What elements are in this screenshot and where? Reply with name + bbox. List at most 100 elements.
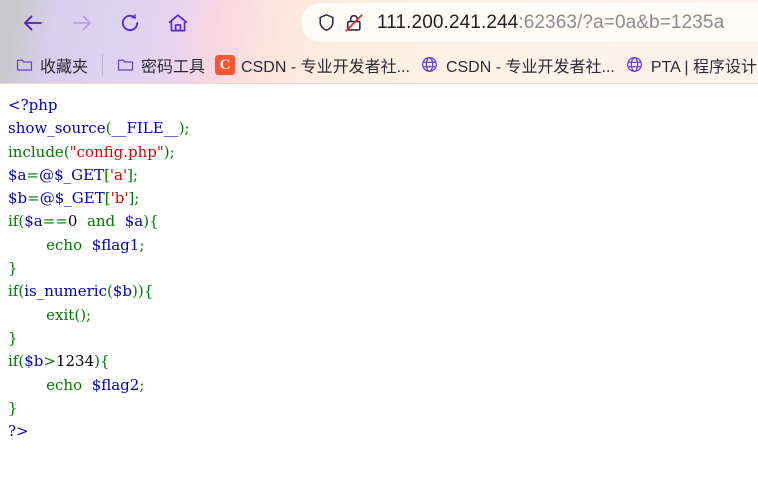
bookmark-label: PTA | 程序设计类实 (650, 58, 758, 76)
navigation-toolbar: 111.200.241.244:62363/?a=0a&b=1235a (0, 0, 758, 45)
code-token: __FILE__ (111, 119, 179, 138)
bookmark-label: 收藏夹 (40, 58, 89, 76)
code-token: { (143, 282, 154, 301)
code-token: 1234 (55, 352, 95, 371)
code-token: $_GET (54, 189, 105, 208)
bookmark-password-tool[interactable]: 密码工具 (111, 50, 209, 80)
arrow-right-icon (70, 11, 94, 35)
back-button[interactable] (16, 6, 50, 40)
code-token: ; (132, 165, 139, 184)
code-line: } (8, 257, 758, 280)
code-token: $flag2 (91, 375, 140, 394)
url-host: 111.200.241.244 (377, 11, 519, 33)
code-token: @ (39, 189, 55, 208)
reload-button[interactable] (113, 6, 147, 40)
bookmarks-bar: 收藏夹 密码工具 C CSDN - 专业开发者社... CSDN - 专业开发者… (0, 45, 758, 84)
code-token: == (42, 212, 68, 231)
code-token: ; (139, 235, 145, 254)
code-token: ; (184, 119, 190, 138)
code-token: $flag1 (91, 235, 140, 254)
code-token: 0 (67, 212, 78, 231)
code-line: include("config.php"); (8, 141, 758, 164)
code-token: if (8, 352, 19, 371)
code-line: } (8, 327, 758, 350)
code-token: ; (134, 189, 140, 208)
code-token: echo (46, 235, 83, 254)
code-line: if($b>1234){ (8, 350, 758, 373)
bookmark-label: CSDN - 专业开发者社... (445, 58, 615, 76)
folder-icon (115, 55, 135, 75)
code-token: } (8, 398, 18, 417)
forward-button[interactable] (65, 6, 99, 40)
code-line: if($a==0 and $a){ (8, 210, 758, 233)
shield-icon[interactable] (311, 8, 341, 38)
csdn-icon-letter: C (215, 54, 236, 75)
reload-icon (118, 11, 142, 35)
url-path-query: :62363/?a=0a&b=1235a (518, 11, 725, 33)
code-token: and (86, 212, 116, 231)
code-token: show_source (8, 119, 106, 138)
csdn-icon: C (215, 54, 236, 75)
code-token: > (43, 352, 56, 371)
code-token: @ (39, 165, 55, 184)
code-token: } (8, 259, 18, 278)
page-content: <?php show_source(__FILE__); include("conf… (0, 84, 758, 502)
code-token: { (100, 352, 110, 371)
home-icon (166, 11, 190, 35)
code-token: echo (46, 375, 83, 394)
bookmark-label: 密码工具 (141, 58, 206, 76)
code-token: = (27, 189, 40, 208)
code-line: } (8, 397, 758, 420)
code-token: $b (24, 352, 44, 371)
code-token: $b (112, 282, 133, 301)
code-token: $a (8, 165, 27, 184)
code-token: ; (169, 142, 175, 161)
code-token: 'a' (109, 165, 128, 184)
code-token: ; (139, 375, 145, 394)
globe-icon (420, 55, 440, 75)
home-button[interactable] (161, 6, 195, 40)
bookmark-favorites[interactable]: 收藏夹 (10, 50, 92, 80)
code-token: $a (124, 212, 144, 231)
code-line: ?> (8, 420, 758, 443)
code-line: $b=@$_GET['b']; (8, 187, 758, 210)
code-line: exit(); (8, 304, 758, 327)
address-bar[interactable]: 111.200.241.244:62363/?a=0a&b=1235a (301, 3, 758, 42)
arrow-left-icon (21, 11, 45, 35)
code-token: $_GET (54, 165, 105, 184)
bookmark-label: CSDN - 专业开发者社... (241, 58, 410, 76)
browser-chrome: 111.200.241.244:62363/?a=0a&b=1235a 收藏夹 (0, 0, 758, 84)
address-bar-url[interactable]: 111.200.241.244:62363/?a=0a&b=1235a (377, 12, 724, 34)
code-token: exit (46, 305, 75, 324)
code-token: } (8, 328, 18, 347)
code-token: is_numeric (24, 282, 108, 301)
bookmark-csdn-1[interactable]: C CSDN - 专业开发者社... (211, 50, 414, 80)
browser-window: 111.200.241.244:62363/?a=0a&b=1235a 收藏夹 (0, 0, 758, 502)
folder-icon (14, 55, 34, 75)
code-token: ?> (8, 422, 29, 441)
code-token: if (8, 282, 19, 301)
not-secure-crossed-lock-icon[interactable] (339, 8, 369, 38)
code-line: <?php (8, 94, 758, 117)
code-line: echo $flag2; (8, 374, 758, 397)
bookmark-separator (102, 53, 104, 76)
php-source-listing: <?php show_source(__FILE__); include("conf… (0, 84, 758, 443)
bookmark-csdn-2[interactable]: CSDN - 专业开发者社... (416, 50, 619, 80)
code-token: include (8, 142, 64, 161)
bookmark-pta[interactable]: PTA | 程序设计类实 (621, 50, 758, 80)
code-line: if(is_numeric($b)){ (8, 280, 758, 303)
code-token: if (8, 212, 19, 231)
code-token: { (149, 212, 159, 231)
code-token: = (26, 165, 40, 184)
code-token: <?php (8, 96, 58, 114)
code-line: show_source(__FILE__); (8, 117, 758, 140)
code-line: echo $flag1; (8, 234, 758, 257)
code-token: $b (8, 189, 28, 208)
